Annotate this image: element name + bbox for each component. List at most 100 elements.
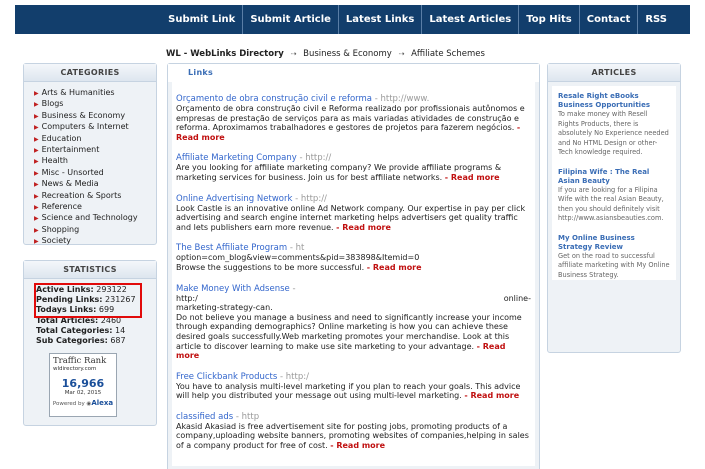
- articles-panel: ARTICLES Resale Right eBooks Business Op…: [547, 63, 681, 353]
- bullet-arrow-icon: ▶: [34, 192, 39, 200]
- category-item[interactable]: ▶ Computers & Internet: [34, 122, 156, 133]
- category-item[interactable]: ▶ Health: [34, 156, 156, 167]
- top-navigation-bar: Submit Link Submit Article Latest Links …: [15, 5, 690, 34]
- category-item[interactable]: ▶ Blogs: [34, 99, 156, 110]
- category-item[interactable]: ▶ News & Media: [34, 179, 156, 190]
- link-url[interactable]: - http: [236, 412, 259, 422]
- article-item: Filipina Wife : The Real Asian Beauty If…: [558, 168, 670, 224]
- list-item: Affiliate Marketing Company - http:// Ar…: [176, 153, 531, 182]
- alexa-site: wldirectory.com: [53, 366, 97, 372]
- links-panel: Links Orçamento de obra construção civil…: [167, 63, 540, 469]
- article-description: To make money with Resell Rights Product…: [558, 110, 669, 156]
- article-item: Resale Right eBooks Business Opportuniti…: [558, 92, 670, 158]
- link-url-continued[interactable]: option=com_blog&view=comments&pid=383898…: [176, 253, 531, 263]
- link-url[interactable]: - http:/: [280, 372, 309, 382]
- article-title[interactable]: My Online Business Strategy Review: [558, 234, 670, 252]
- link-title[interactable]: Orçamento de obra construção civil e ref…: [176, 94, 372, 104]
- category-item[interactable]: ▶ Science and Technology: [34, 213, 156, 224]
- nav-latest-links[interactable]: Latest Links: [337, 5, 421, 34]
- read-more-link[interactable]: - Read more: [330, 441, 385, 450]
- breadcrumb-arrow-icon: ⇢: [290, 50, 297, 58]
- category-item[interactable]: ▶ Recreation & Sports: [34, 191, 156, 202]
- article-description: If you are looking for a Filipina Wife w…: [558, 185, 664, 223]
- stat-sub-categories: Sub Categories: 687: [36, 336, 126, 346]
- category-item[interactable]: ▶ Business & Economy: [34, 111, 156, 122]
- link-url[interactable]: - http://www.: [375, 94, 430, 104]
- list-item: Free Clickbank Products - http:/ You hav…: [176, 372, 531, 401]
- article-title[interactable]: Filipina Wife : The Real Asian Beauty: [558, 168, 670, 186]
- breadcrumb-root[interactable]: WL - WebLinks Directory: [166, 49, 284, 59]
- link-title[interactable]: Make Money With Adsense: [176, 284, 290, 294]
- breadcrumb-level1[interactable]: Business & Economy: [303, 49, 392, 59]
- category-item[interactable]: ▶ Entertainment: [34, 145, 156, 156]
- alexa-widget[interactable]: Traffic Rank wldirectory.com 16,966 Mar …: [49, 353, 117, 417]
- breadcrumb-arrow-icon: ⇢: [398, 50, 405, 58]
- link-url[interactable]: - http://: [299, 153, 331, 163]
- nav-top-hits[interactable]: Top Hits: [518, 5, 579, 34]
- link-url-tail[interactable]: online-: [504, 294, 531, 304]
- category-item[interactable]: ▶ Shopping: [34, 225, 156, 236]
- link-url-continued-2[interactable]: marketing-strategy-can.: [176, 303, 531, 313]
- alexa-rank: 16,966: [61, 377, 105, 390]
- bullet-arrow-icon: ▶: [34, 124, 39, 132]
- link-title[interactable]: Online Advertising Network: [176, 194, 292, 204]
- list-item: Online Advertising Network - http:// Loo…: [176, 194, 531, 233]
- article-item: My Online Business Strategy Review Get o…: [558, 234, 670, 281]
- category-item[interactable]: ▶ Arts & Humanities: [34, 88, 156, 99]
- alexa-date: Mar 02, 2015: [64, 390, 102, 396]
- read-more-link[interactable]: - Read more: [367, 263, 422, 272]
- list-item: Orçamento de obra construção civil e ref…: [176, 94, 531, 142]
- category-list: ▶ Arts & Humanities ▶ Blogs ▶ Business & Ec…: [24, 82, 156, 252]
- articles-title: ARTICLES: [548, 64, 680, 82]
- link-description: Orçamento de obra construção civil e Ref…: [176, 104, 525, 133]
- read-more-link[interactable]: - Read more: [445, 173, 500, 182]
- breadcrumb-level2: Affiliate Schemes: [411, 49, 485, 59]
- link-url[interactable]: - ht: [290, 243, 305, 253]
- links-list: Orçamento de obra construção civil e ref…: [172, 82, 535, 466]
- list-item: classified ads - http Akasid Akasiad is …: [176, 412, 531, 451]
- statistics-panel: STATISTICS Active Links: 293122 Pending …: [23, 260, 157, 426]
- link-title[interactable]: Affiliate Marketing Company: [176, 153, 297, 163]
- alexa-powered: Powered by ◉Alexa: [52, 399, 114, 407]
- categories-title: CATEGORIES: [24, 64, 156, 82]
- category-item[interactable]: ▶ Society: [34, 236, 156, 247]
- nav-submit-link[interactable]: Submit Link: [161, 5, 242, 34]
- list-item: Make Money With Adsense - http:/online- …: [176, 284, 531, 361]
- nav-contact[interactable]: Contact: [578, 5, 638, 34]
- bullet-arrow-icon: ▶: [34, 204, 39, 212]
- bullet-arrow-icon: ▶: [34, 215, 39, 223]
- read-more-link[interactable]: - Read more: [464, 391, 519, 400]
- category-item[interactable]: ▶ Education: [34, 134, 156, 145]
- nav-latest-articles[interactable]: Latest Articles: [421, 5, 518, 34]
- article-title[interactable]: Resale Right eBooks Business Opportuniti…: [558, 92, 670, 110]
- bullet-arrow-icon: ▶: [34, 147, 39, 155]
- bullet-arrow-icon: ▶: [34, 112, 39, 120]
- bullet-arrow-icon: ▶: [34, 181, 39, 189]
- category-item[interactable]: ▶ Misc - Unsorted: [34, 168, 156, 179]
- category-item[interactable]: ▶ Reference: [34, 202, 156, 213]
- link-title[interactable]: Free Clickbank Products: [176, 372, 277, 382]
- articles-list: Resale Right eBooks Business Opportuniti…: [552, 86, 676, 280]
- link-title[interactable]: The Best Affiliate Program: [176, 243, 287, 253]
- bullet-arrow-icon: ▶: [34, 226, 39, 234]
- link-url-continued[interactable]: http:/: [176, 294, 198, 303]
- bullet-arrow-icon: ▶: [34, 90, 39, 97]
- bullet-arrow-icon: ▶: [34, 135, 39, 143]
- top-menu: Submit Link Submit Article Latest Links …: [161, 5, 674, 34]
- read-more-link[interactable]: - Read more: [336, 223, 391, 232]
- link-url[interactable]: -: [292, 284, 295, 294]
- link-title[interactable]: classified ads: [176, 412, 233, 422]
- bullet-arrow-icon: ▶: [34, 101, 39, 109]
- alexa-title: Traffic Rank: [53, 356, 107, 366]
- nav-submit-article[interactable]: Submit Article: [242, 5, 338, 34]
- highlight-box: [34, 283, 142, 318]
- bullet-arrow-icon: ▶: [34, 238, 39, 246]
- link-url[interactable]: - http://: [295, 194, 327, 204]
- article-description: Get on the road to successful affiliate …: [558, 251, 670, 279]
- bullet-arrow-icon: ▶: [34, 158, 39, 166]
- bullet-arrow-icon: ▶: [34, 169, 39, 177]
- link-description: Browse the suggestions to be more succes…: [176, 262, 365, 272]
- link-description: Do not believe you manage a business and…: [176, 312, 522, 351]
- stat-total-categories: Total Categories: 14: [36, 325, 126, 335]
- nav-rss[interactable]: RSS: [637, 5, 674, 34]
